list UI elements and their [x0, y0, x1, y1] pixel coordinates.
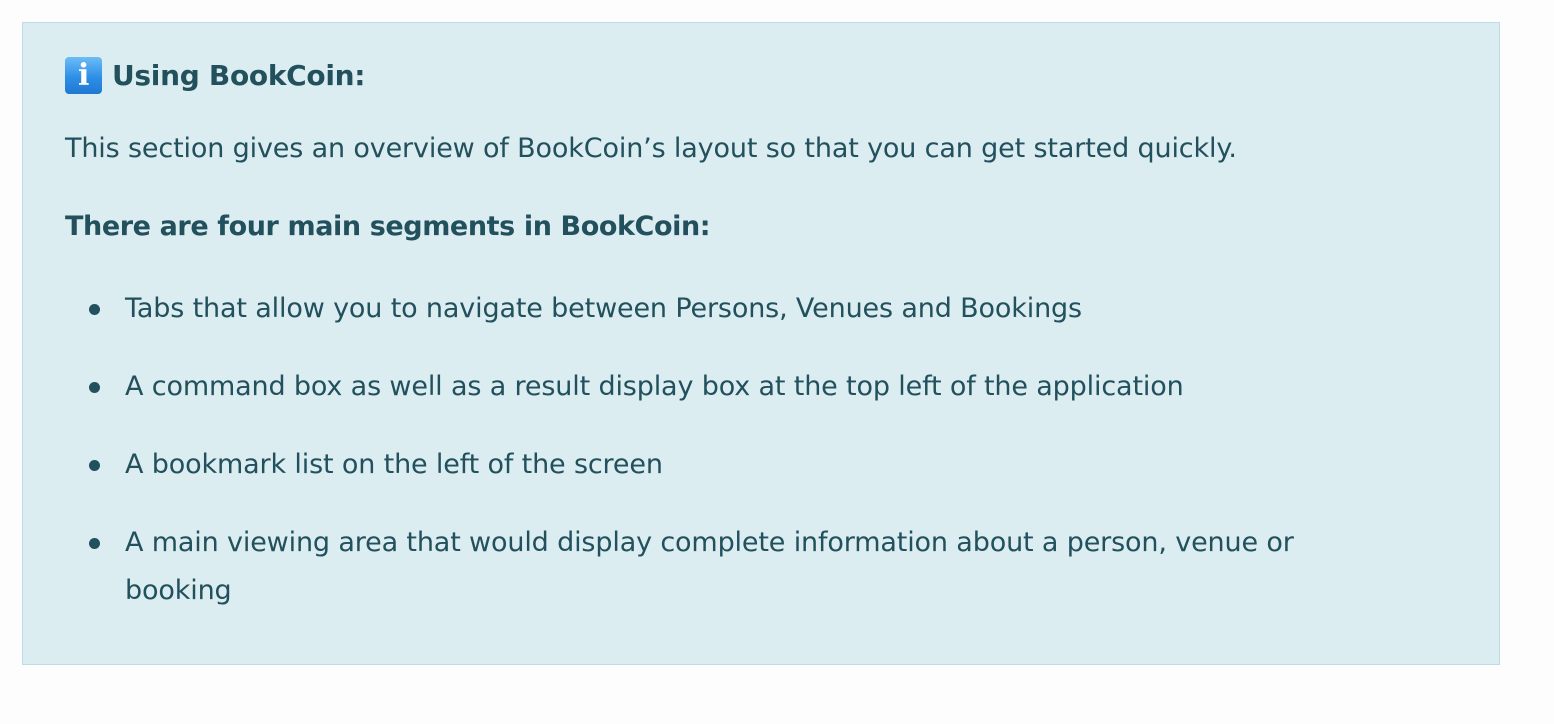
list-item: A command box as well as a result displa… — [65, 363, 1395, 411]
list-item: A bookmark list on the left of the scree… — [65, 441, 1395, 489]
segments-list: Tabs that allow you to navigate between … — [65, 285, 1395, 615]
callout-title: Using BookCoin: — [112, 59, 366, 92]
intro-paragraph: This section gives an overview of BookCo… — [65, 133, 1237, 164]
callout-heading: i Using BookCoin: — [65, 57, 365, 94]
info-callout: i Using BookCoin: This section gives an … — [22, 22, 1500, 665]
segments-subheading: There are four main segments in BookCoin… — [65, 211, 711, 242]
list-item: Tabs that allow you to navigate between … — [65, 285, 1395, 333]
info-icon: i — [65, 57, 102, 94]
list-item: A main viewing area that would display c… — [65, 519, 1395, 615]
